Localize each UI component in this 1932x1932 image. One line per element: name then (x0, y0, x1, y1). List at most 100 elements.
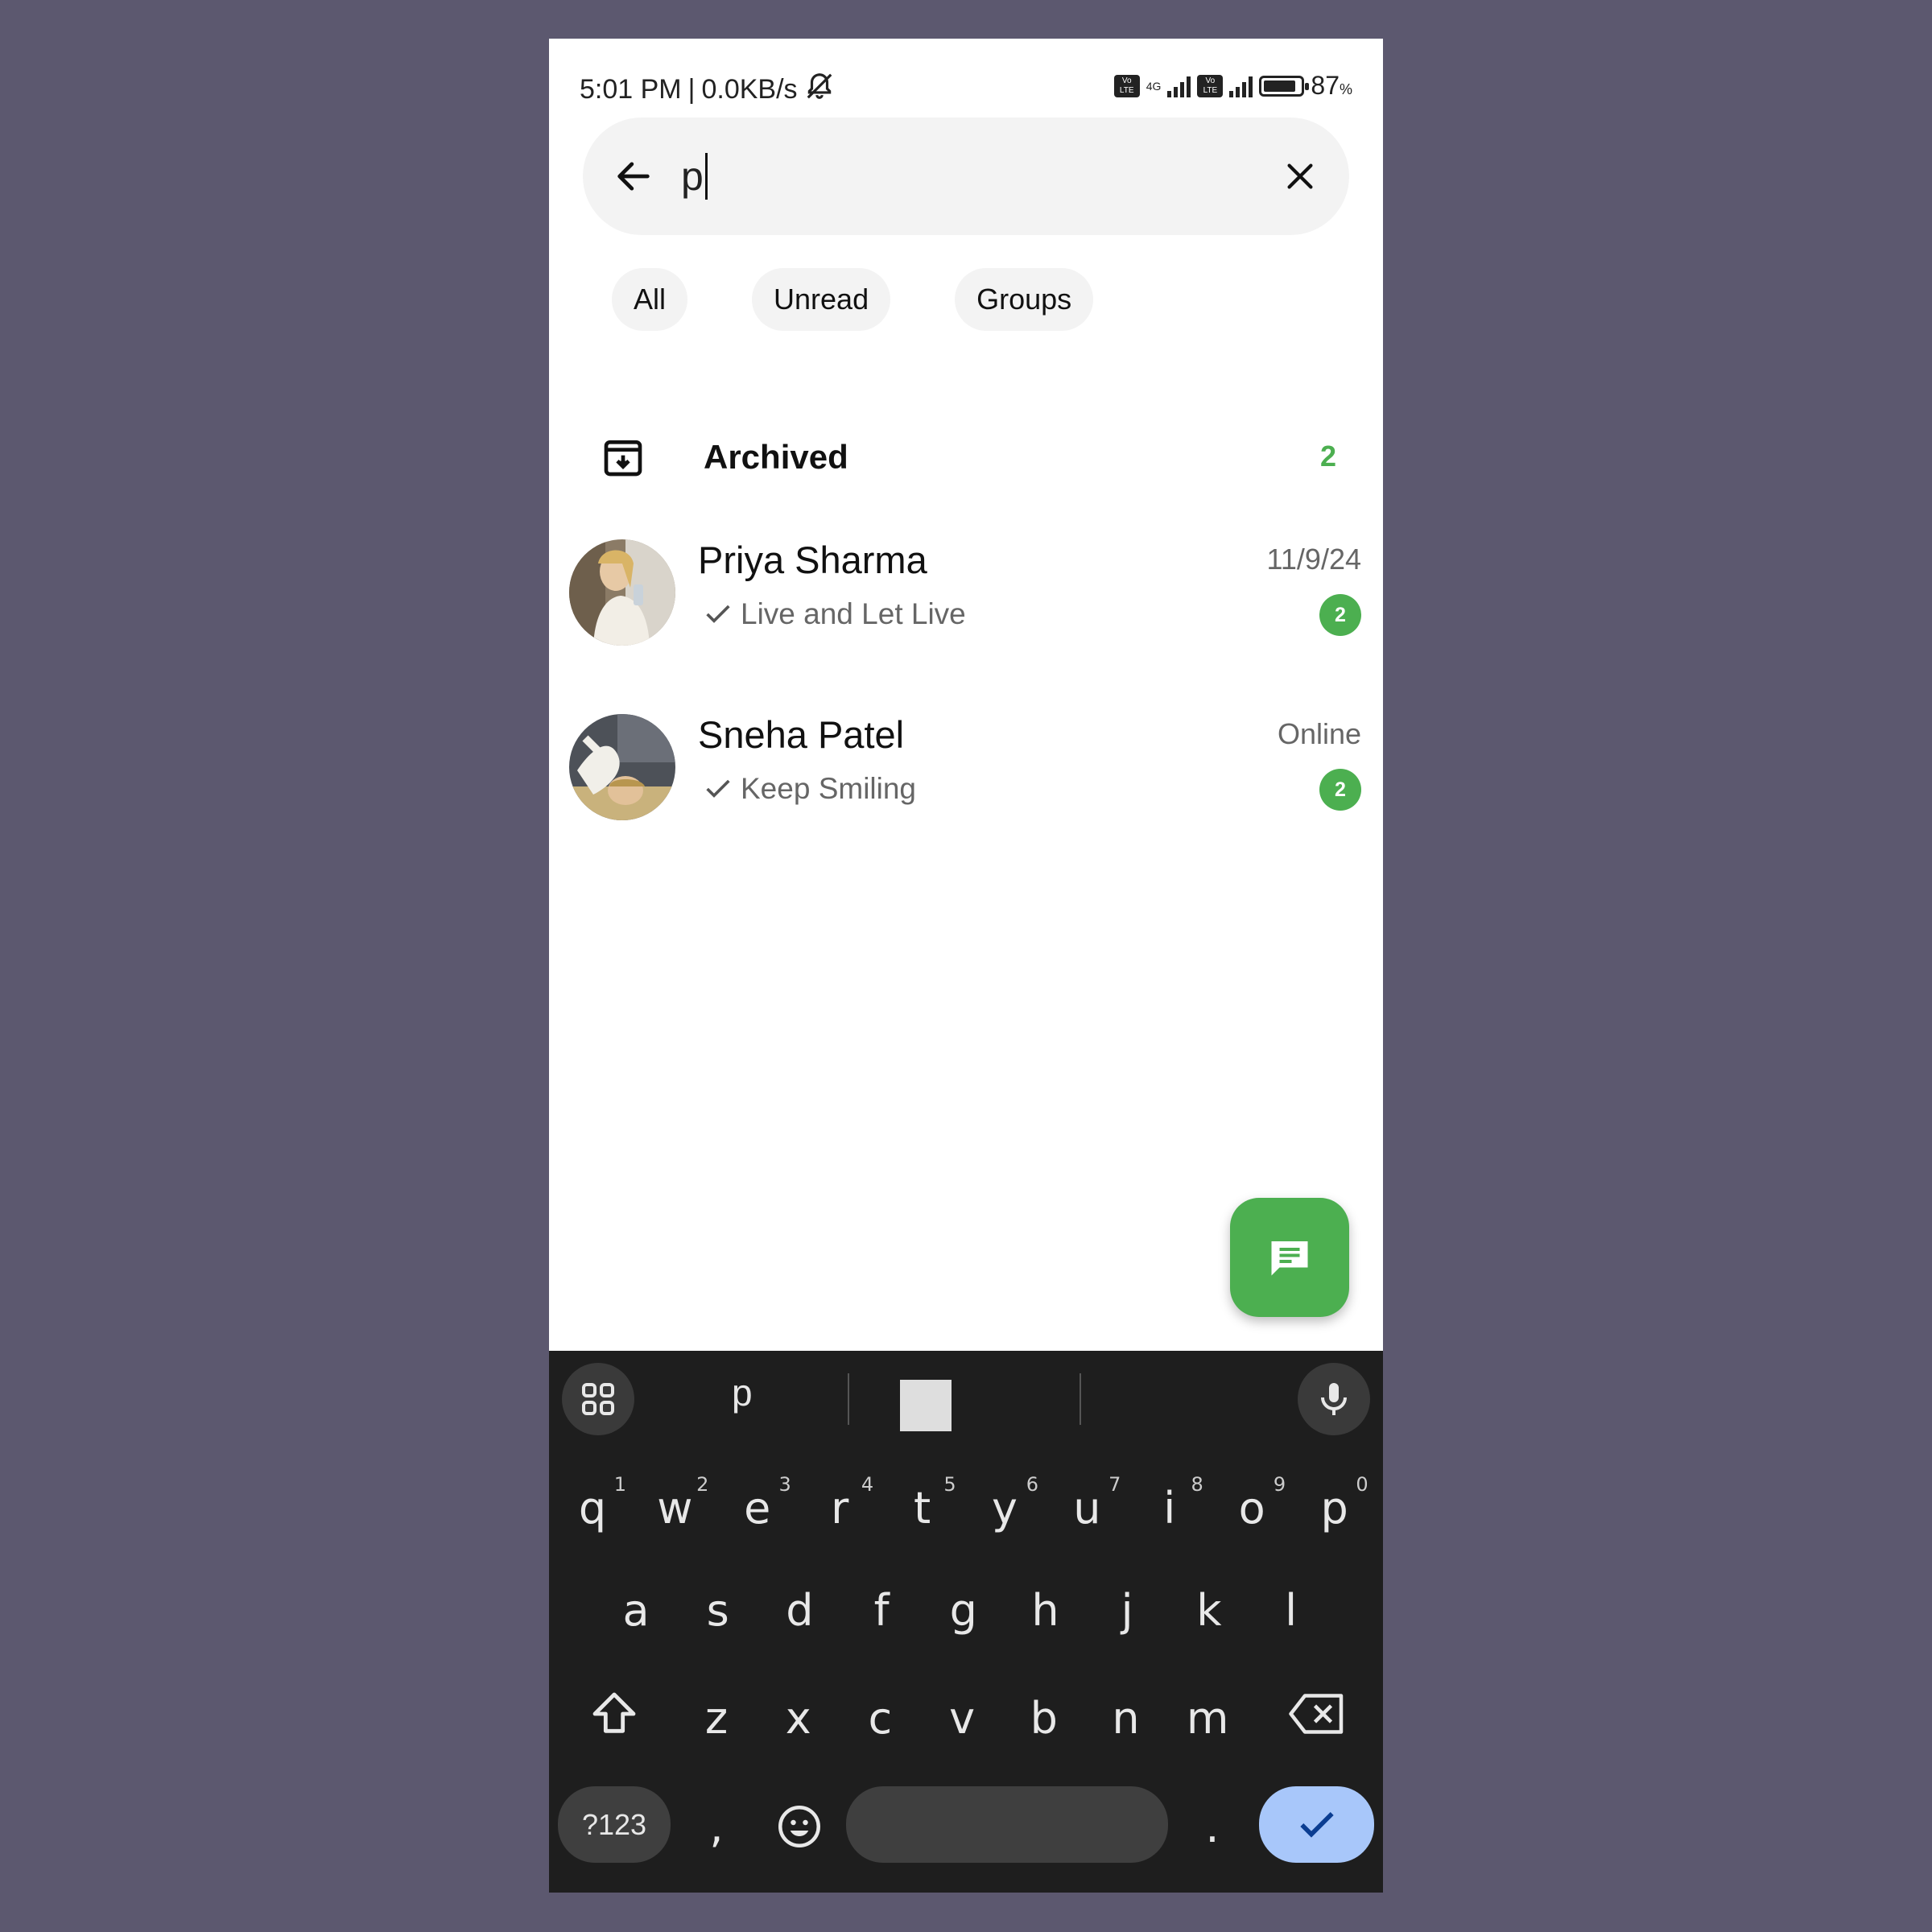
on-screen-keyboard: p q1w2e3r4t5y6u7i8o9p0 asdfghjkl zxcvbnm… (549, 1351, 1383, 1893)
key-e[interactable]: e3 (719, 1463, 796, 1552)
avatar[interactable] (569, 714, 675, 820)
key-o[interactable]: o9 (1213, 1463, 1290, 1552)
backspace-key[interactable] (1278, 1670, 1356, 1758)
unread-badge: 2 (1319, 769, 1361, 811)
comma-key[interactable]: , (678, 1782, 755, 1871)
key-k[interactable]: k (1170, 1566, 1248, 1654)
close-icon (1287, 163, 1313, 189)
grid-icon (582, 1383, 614, 1415)
space-key[interactable] (846, 1786, 1168, 1863)
phone-screen: 5:01 PM | 0.0KB/s Vo LTE 4G Vo LTE 87% p (549, 39, 1383, 1893)
key-h[interactable]: h (1007, 1566, 1084, 1654)
chat-item-sneha[interactable]: Sneha Patel Keep Smiling Online 2 (549, 703, 1383, 864)
key-number-hint: 7 (1108, 1473, 1121, 1496)
key-r[interactable]: r4 (801, 1463, 878, 1552)
microphone-icon (1321, 1383, 1347, 1415)
key-d[interactable]: d (761, 1566, 838, 1654)
check-icon (706, 605, 730, 623)
key-u[interactable]: u7 (1048, 1463, 1125, 1552)
battery-fill (1264, 80, 1295, 92)
filter-chips: All Unread Groups (612, 268, 1094, 331)
key-number-hint: 3 (778, 1473, 791, 1496)
key-z[interactable]: z (678, 1674, 755, 1762)
key-g[interactable]: g (925, 1566, 1002, 1654)
backspace-icon (1289, 1694, 1344, 1734)
key-m[interactable]: m (1169, 1674, 1246, 1762)
status-bar: 5:01 PM | 0.0KB/s Vo LTE 4G Vo LTE 87% (549, 71, 1383, 111)
chat-status: Online (1277, 717, 1361, 750)
key-label: u (1073, 1482, 1101, 1534)
key-number-hint: 1 (613, 1473, 626, 1496)
back-button[interactable] (605, 148, 662, 204)
period-key[interactable]: . (1174, 1782, 1251, 1871)
key-p[interactable]: p0 (1296, 1463, 1373, 1552)
chip-unread[interactable]: Unread (752, 268, 891, 331)
symbols-key[interactable]: ?123 (558, 1786, 671, 1863)
key-label: o (1238, 1482, 1265, 1534)
signal-4g: 4G (1146, 80, 1162, 92)
check-icon (706, 779, 730, 798)
signal-icon (1167, 75, 1191, 97)
key-w[interactable]: w2 (636, 1463, 713, 1552)
enter-key[interactable] (1259, 1786, 1374, 1863)
key-c[interactable]: c (841, 1674, 919, 1762)
emoji-icon (778, 1806, 820, 1847)
key-label: i (1163, 1482, 1176, 1534)
key-i[interactable]: i8 (1131, 1463, 1208, 1552)
suggestion-divider (1080, 1373, 1081, 1425)
key-number-hint: 5 (943, 1473, 956, 1496)
text-caret (704, 153, 708, 200)
avatar[interactable] (569, 539, 675, 646)
battery-icon (1259, 75, 1310, 97)
key-number-hint: 4 (861, 1473, 874, 1496)
chat-item-priya[interactable]: Priya Sharma Live and Let Live 11/9/24 2 (549, 528, 1383, 689)
status-left: 5:01 PM | 0.0KB/s (580, 71, 835, 109)
search-bar: p (583, 118, 1349, 235)
key-q[interactable]: q1 (554, 1463, 631, 1552)
shift-icon (592, 1692, 636, 1733)
chat-name: Sneha Patel (698, 713, 905, 756)
key-x[interactable]: x (760, 1674, 837, 1762)
battery-percent: 87% (1311, 71, 1352, 100)
chat-preview: Live and Let Live (702, 597, 966, 631)
key-y[interactable]: y6 (966, 1463, 1043, 1552)
clear-search-button[interactable] (1272, 148, 1328, 204)
chat-preview: Keep Smiling (702, 772, 916, 806)
key-a[interactable]: a (597, 1566, 675, 1654)
chip-all[interactable]: All (612, 268, 688, 331)
network-speed: 0.0KB/s (701, 74, 798, 105)
check-icon (1299, 1811, 1334, 1838)
search-input[interactable]: p (681, 148, 1196, 204)
key-f[interactable]: f (843, 1566, 920, 1654)
emoji-key[interactable] (761, 1782, 838, 1871)
volte-icon: Vo LTE (1113, 74, 1140, 97)
key-label: y (992, 1482, 1018, 1534)
suggestion-placeholder[interactable] (900, 1380, 952, 1431)
key-n[interactable]: n (1088, 1674, 1165, 1762)
archived-row[interactable]: Archived 2 (549, 401, 1383, 522)
key-b[interactable]: b (1005, 1674, 1083, 1762)
status-time: 5:01 PM (580, 74, 682, 105)
shift-key[interactable] (576, 1670, 653, 1758)
key-t[interactable]: t5 (884, 1463, 961, 1552)
voice-input-button[interactable] (1298, 1363, 1370, 1435)
keyboard-apps-button[interactable] (562, 1363, 634, 1435)
key-s[interactable]: s (679, 1566, 757, 1654)
archive-icon (601, 435, 646, 480)
key-l[interactable]: l (1253, 1566, 1330, 1654)
chat-name: Priya Sharma (698, 539, 927, 581)
new-chat-button[interactable] (1230, 1198, 1349, 1317)
suggestion-word[interactable]: p (732, 1371, 753, 1414)
key-number-hint: 9 (1273, 1473, 1286, 1496)
bell-off-icon (804, 71, 835, 109)
key-label: t (914, 1482, 931, 1534)
key-j[interactable]: j (1088, 1566, 1166, 1654)
chip-groups[interactable]: Groups (955, 268, 1094, 331)
key-label: r (831, 1482, 849, 1534)
key-v[interactable]: v (923, 1674, 1001, 1762)
archived-count: 2 (1319, 440, 1336, 473)
chat-preview-text: Live and Let Live (741, 597, 966, 630)
key-number-hint: 2 (696, 1473, 709, 1496)
key-label: p (1320, 1482, 1348, 1534)
status-separator: | (687, 74, 696, 105)
